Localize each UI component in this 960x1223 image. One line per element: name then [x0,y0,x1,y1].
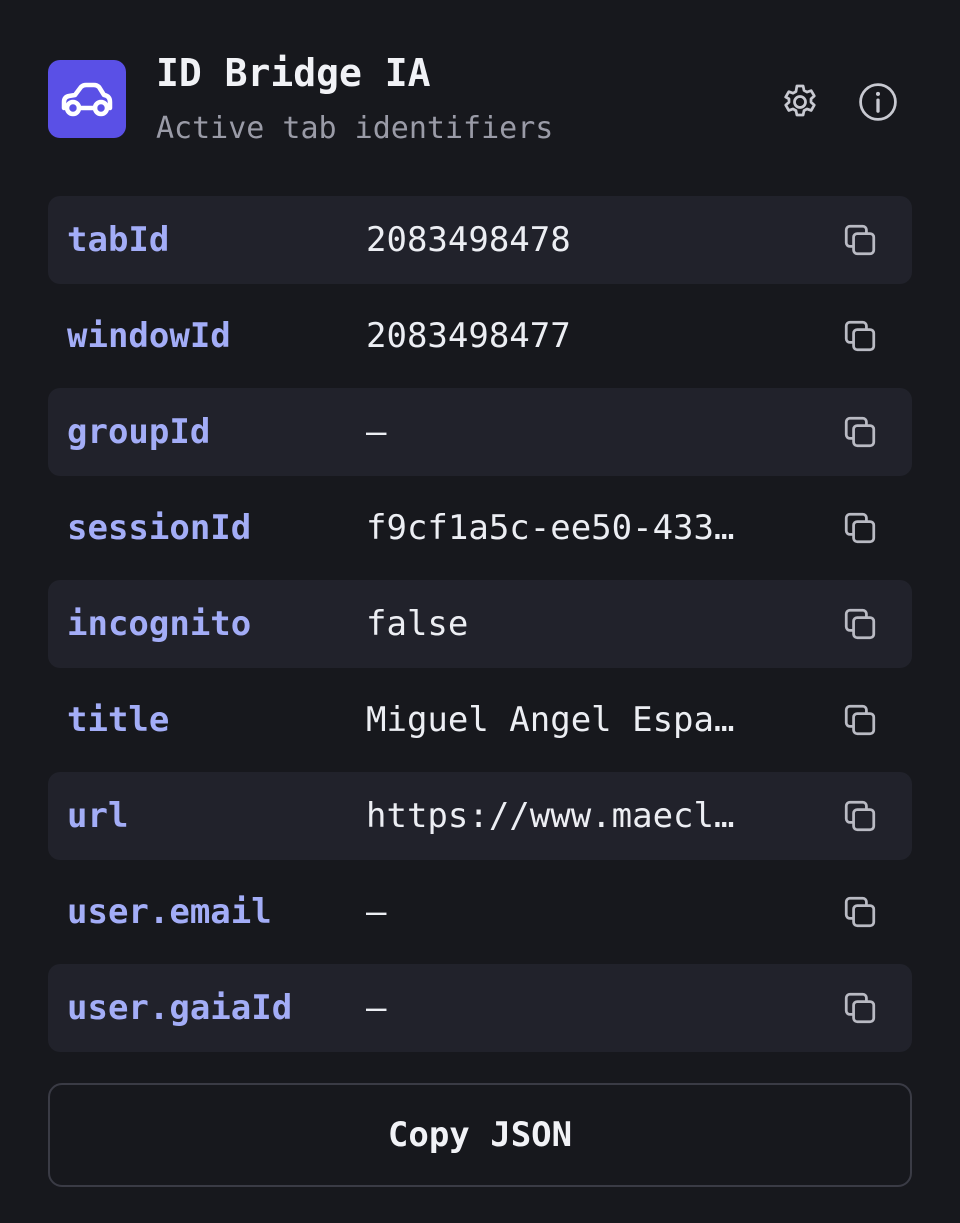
copy-value-button[interactable] [838,218,882,262]
settings-button[interactable] [778,80,822,124]
copy-icon [844,608,876,640]
identifier-row-user-email: user.email — [48,868,912,956]
identifier-key: windowId [67,316,231,356]
identifier-key: user.gaiaId [67,988,293,1028]
identifier-key: title [67,700,170,740]
app-header: ID Bridge IA Active tab identifiers [48,50,912,150]
identifier-list: tabId 2083498478 windowId 2083498477 gro… [48,196,912,1060]
identifier-value: — [366,412,387,452]
copy-icon [844,224,876,256]
copy-icon [844,992,876,1024]
identifier-row-incognito: incognito false [48,580,912,668]
identifier-row-title: title Miguel Angel Espa… [48,676,912,764]
identifier-row-windowid: windowId 2083498477 [48,292,912,380]
app-title: ID Bridge IA [156,51,431,95]
identifier-value: 2083498478 [366,220,571,260]
identifier-row-user-gaiaid: user.gaiaId — [48,964,912,1052]
identifier-row-tabid: tabId 2083498478 [48,196,912,284]
copy-value-button[interactable] [838,698,882,742]
identifier-key: sessionId [67,508,252,548]
identifier-row-sessionid: sessionId f9cf1a5c-ee50-433… [48,484,912,572]
copy-icon [844,896,876,928]
copy-icon [844,416,876,448]
gear-icon [784,84,816,117]
copy-icon [844,512,876,544]
copy-value-button[interactable] [838,314,882,358]
identifier-row-groupid: groupId — [48,388,912,476]
copy-value-button[interactable] [838,890,882,934]
info-button[interactable] [856,80,900,124]
identifier-value: https://www.maecl… [366,796,735,836]
copy-value-button[interactable] [838,506,882,550]
identifier-value: false [366,604,469,644]
identifier-value: Miguel Angel Espa… [366,700,735,740]
info-icon [859,83,897,121]
identifier-value: — [366,988,387,1028]
copy-value-button[interactable] [838,602,882,646]
app-subtitle: Active tab identifiers [156,111,554,146]
copy-json-button[interactable]: Copy JSON [48,1083,912,1187]
copy-icon [844,320,876,352]
identifier-value: — [366,892,387,932]
identifier-key: tabId [67,220,170,260]
identifier-key: url [67,796,129,836]
identifier-row-url: url https://www.maecl… [48,772,912,860]
identifier-value: f9cf1a5c-ee50-433… [366,508,735,548]
copy-icon [844,800,876,832]
copy-value-button[interactable] [838,986,882,1030]
copy-value-button[interactable] [838,410,882,454]
identifier-key: incognito [67,604,252,644]
identifier-value: 2083498477 [366,316,571,356]
copy-icon [844,704,876,736]
car-icon [48,60,126,138]
copy-value-button[interactable] [838,794,882,838]
identifier-key: user.email [67,892,272,932]
identifier-key: groupId [67,412,211,452]
